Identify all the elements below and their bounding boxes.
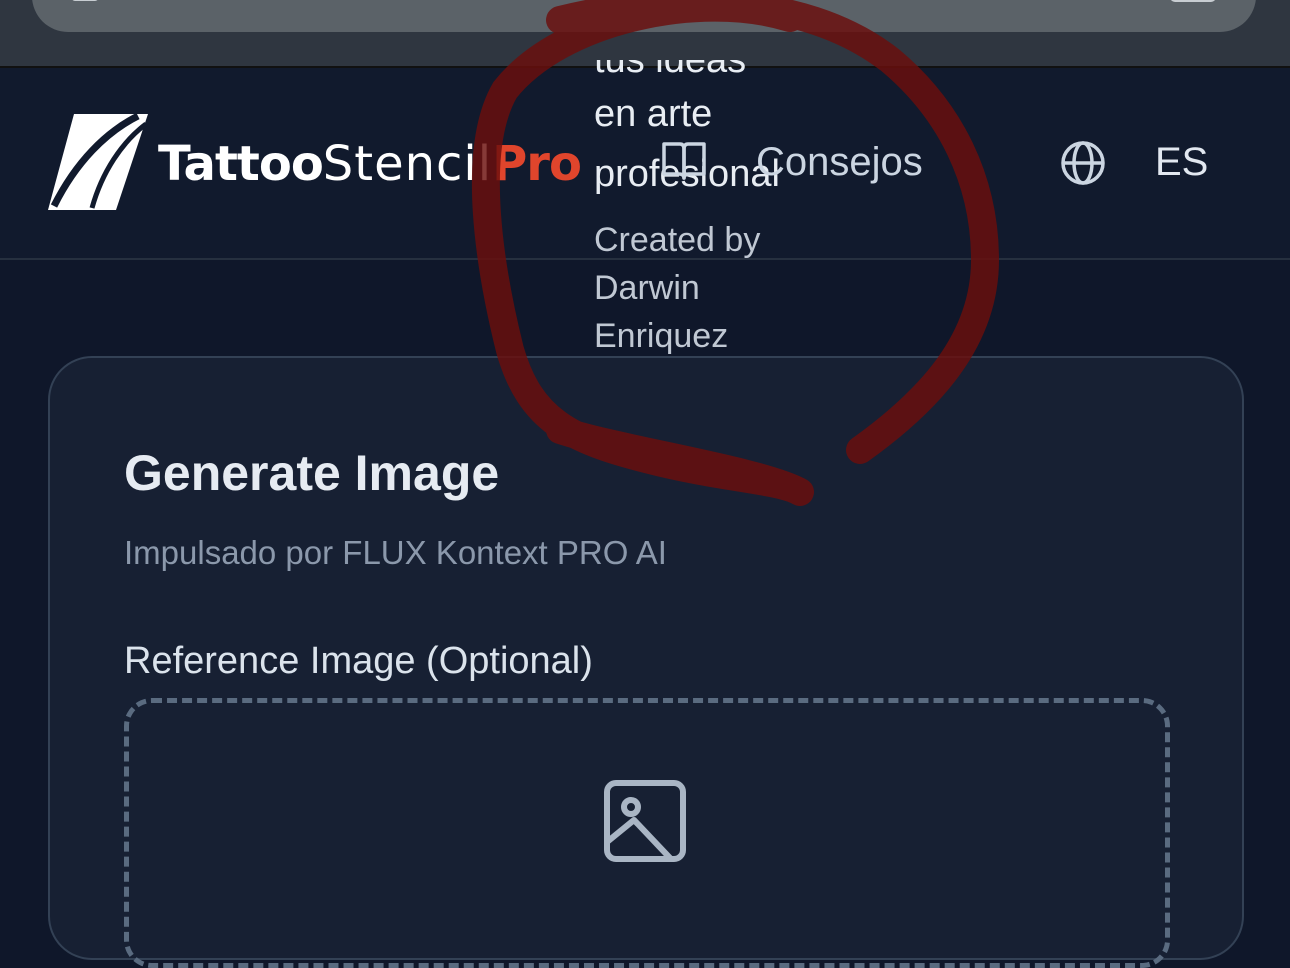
image-icon bbox=[604, 780, 686, 867]
logo-wordmark[interactable]: TattooStencilPro bbox=[158, 136, 582, 192]
globe-icon[interactable] bbox=[1060, 140, 1106, 191]
nav-tips-label: Consejos bbox=[756, 140, 923, 184]
credit-line: Enriquez bbox=[594, 317, 729, 355]
language-selector[interactable]: ES bbox=[1155, 140, 1208, 185]
tagline-line: en arte bbox=[594, 93, 713, 135]
author-credit: Created by Darwin Enriquez bbox=[594, 216, 814, 360]
nav-tips-link[interactable]: Consejos bbox=[660, 138, 923, 187]
logo-word-pro: Pro bbox=[492, 136, 582, 192]
reference-image-label: Reference Image (Optional) bbox=[124, 640, 593, 682]
tabs-icon[interactable] bbox=[1170, 0, 1216, 2]
address-bar[interactable] bbox=[32, 0, 1256, 32]
logo-icon[interactable] bbox=[46, 112, 150, 217]
card-title: Generate Image bbox=[124, 445, 500, 501]
credit-line: Created by bbox=[594, 221, 761, 259]
logo-word-tattoo: Tattoo bbox=[158, 136, 324, 192]
book-icon bbox=[660, 138, 708, 187]
logo-word-stencil: Stencil bbox=[322, 136, 493, 192]
lock-icon bbox=[72, 0, 98, 1]
card-subtitle: Impulsado por FLUX Kontext PRO AI bbox=[124, 534, 667, 571]
credit-line: Darwin bbox=[594, 269, 700, 307]
tagline-line: tus ideas bbox=[594, 39, 747, 81]
